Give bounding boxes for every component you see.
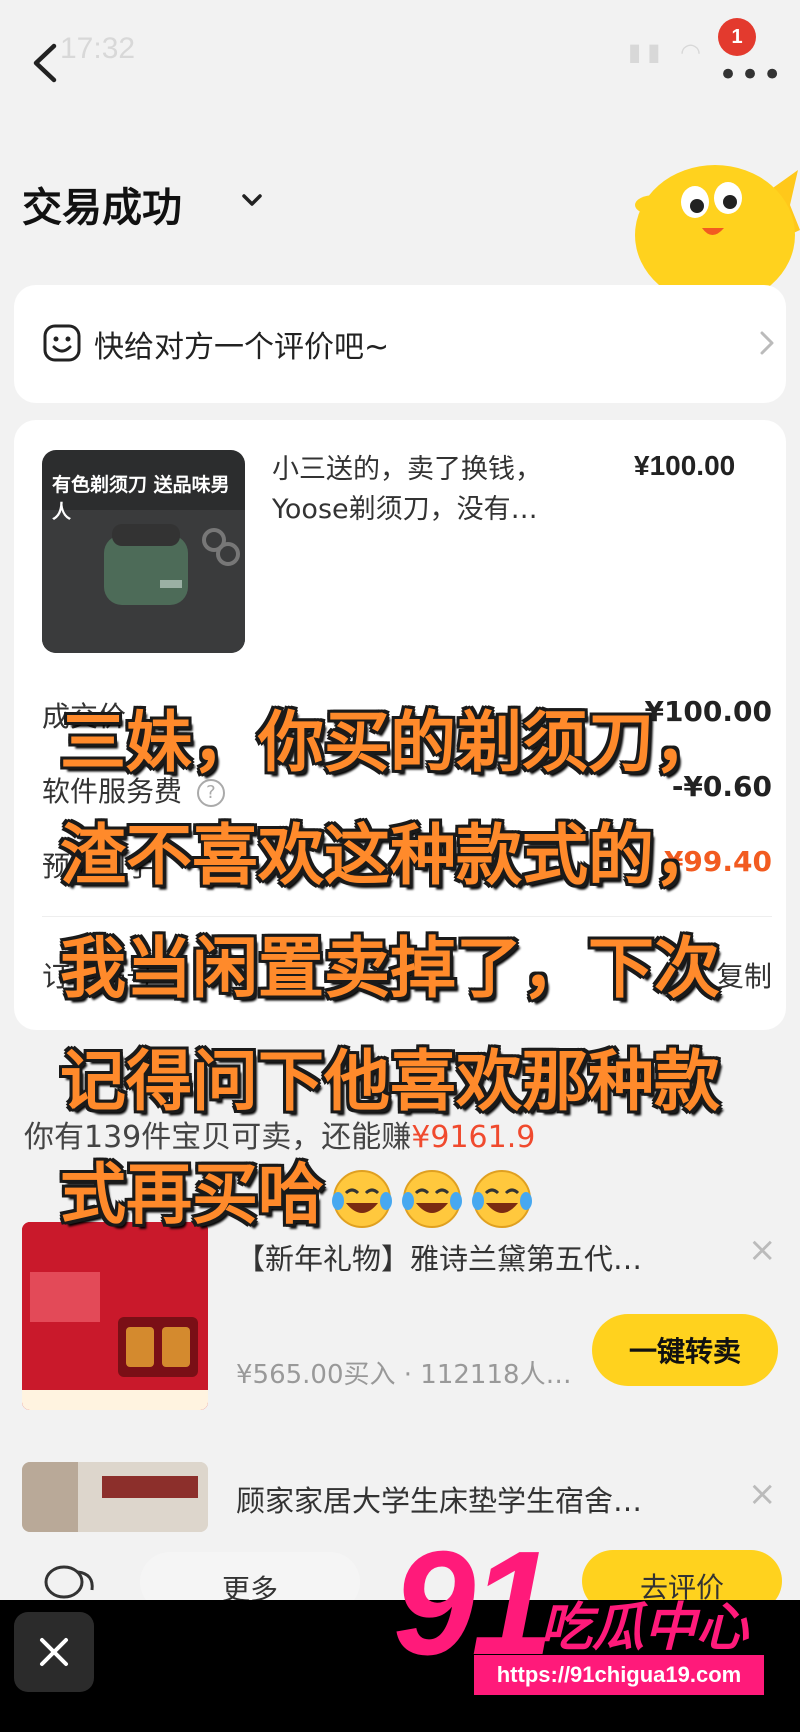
resell-item-subtitle: ¥565.00买入 · 112118人… — [236, 1360, 572, 1390]
caption-overlay: 三妹，你买的剃须刀，渣不喜欢这种款式的，我当闲置卖掉了，下次记得问下他喜欢那种款… — [60, 686, 720, 1251]
page-title[interactable]: 交易成功 — [22, 175, 182, 233]
review-prompt-text: 快给对方一个评价吧~ — [94, 330, 390, 365]
status-time: 17:32 — [60, 32, 136, 65]
close-icon — [40, 1638, 68, 1666]
chevron-down-icon[interactable] — [232, 186, 272, 216]
caption-text: 三妹，你买的剃须刀，渣不喜欢这种款式的，我当闲置卖掉了，下次记得问下他喜欢那种款… — [60, 704, 720, 1233]
close-icon[interactable]: × — [748, 1233, 777, 1267]
signal-wifi-icons: ▮▮ ◠ — [628, 38, 707, 66]
one-click-resell-button[interactable]: 一键转卖 — [592, 1314, 778, 1386]
mattress-image-icon — [22, 1462, 208, 1532]
resell-item-title[interactable]: 顾家家居大学生床垫学生宿舍… — [236, 1478, 642, 1520]
close-overlay-button[interactable] — [14, 1612, 94, 1692]
watermark-url: https://91chigua19.com — [474, 1655, 764, 1695]
mascot-fish-icon — [635, 165, 800, 290]
watermark-logo-text: 吃瓜中心 — [540, 1598, 749, 1658]
tears-of-joy-emoji-icon — [472, 1169, 532, 1228]
tears-of-joy-emoji-icon — [332, 1169, 392, 1228]
chevron-right-icon — [760, 331, 774, 355]
notification-badge: 1 — [718, 18, 756, 56]
review-prompt-card[interactable]: 快给对方一个评价吧~ — [14, 285, 786, 403]
product-image-caption: 有色剃须刀 送品味男人 — [52, 474, 230, 523]
smiley-face-icon — [43, 324, 81, 362]
copy-button[interactable]: 复制 — [716, 955, 772, 995]
status-bar: 17:32 ▮▮ ◠ ••• 1 — [0, 0, 800, 110]
tears-of-joy-emoji-icon — [402, 1169, 462, 1228]
product-image[interactable]: 有色剃须刀 送品味男人 — [42, 450, 245, 653]
resell-item-image[interactable] — [22, 1462, 208, 1532]
product-price: ¥100.00 — [634, 450, 736, 481]
chat-bubble-icon[interactable] — [42, 1562, 98, 1602]
close-icon[interactable]: × — [748, 1477, 777, 1511]
more-dots-icon: ••• — [718, 55, 785, 95]
product-description[interactable]: 小三送的，卖了换钱，Yoose剃须刀，没有… — [272, 450, 602, 530]
